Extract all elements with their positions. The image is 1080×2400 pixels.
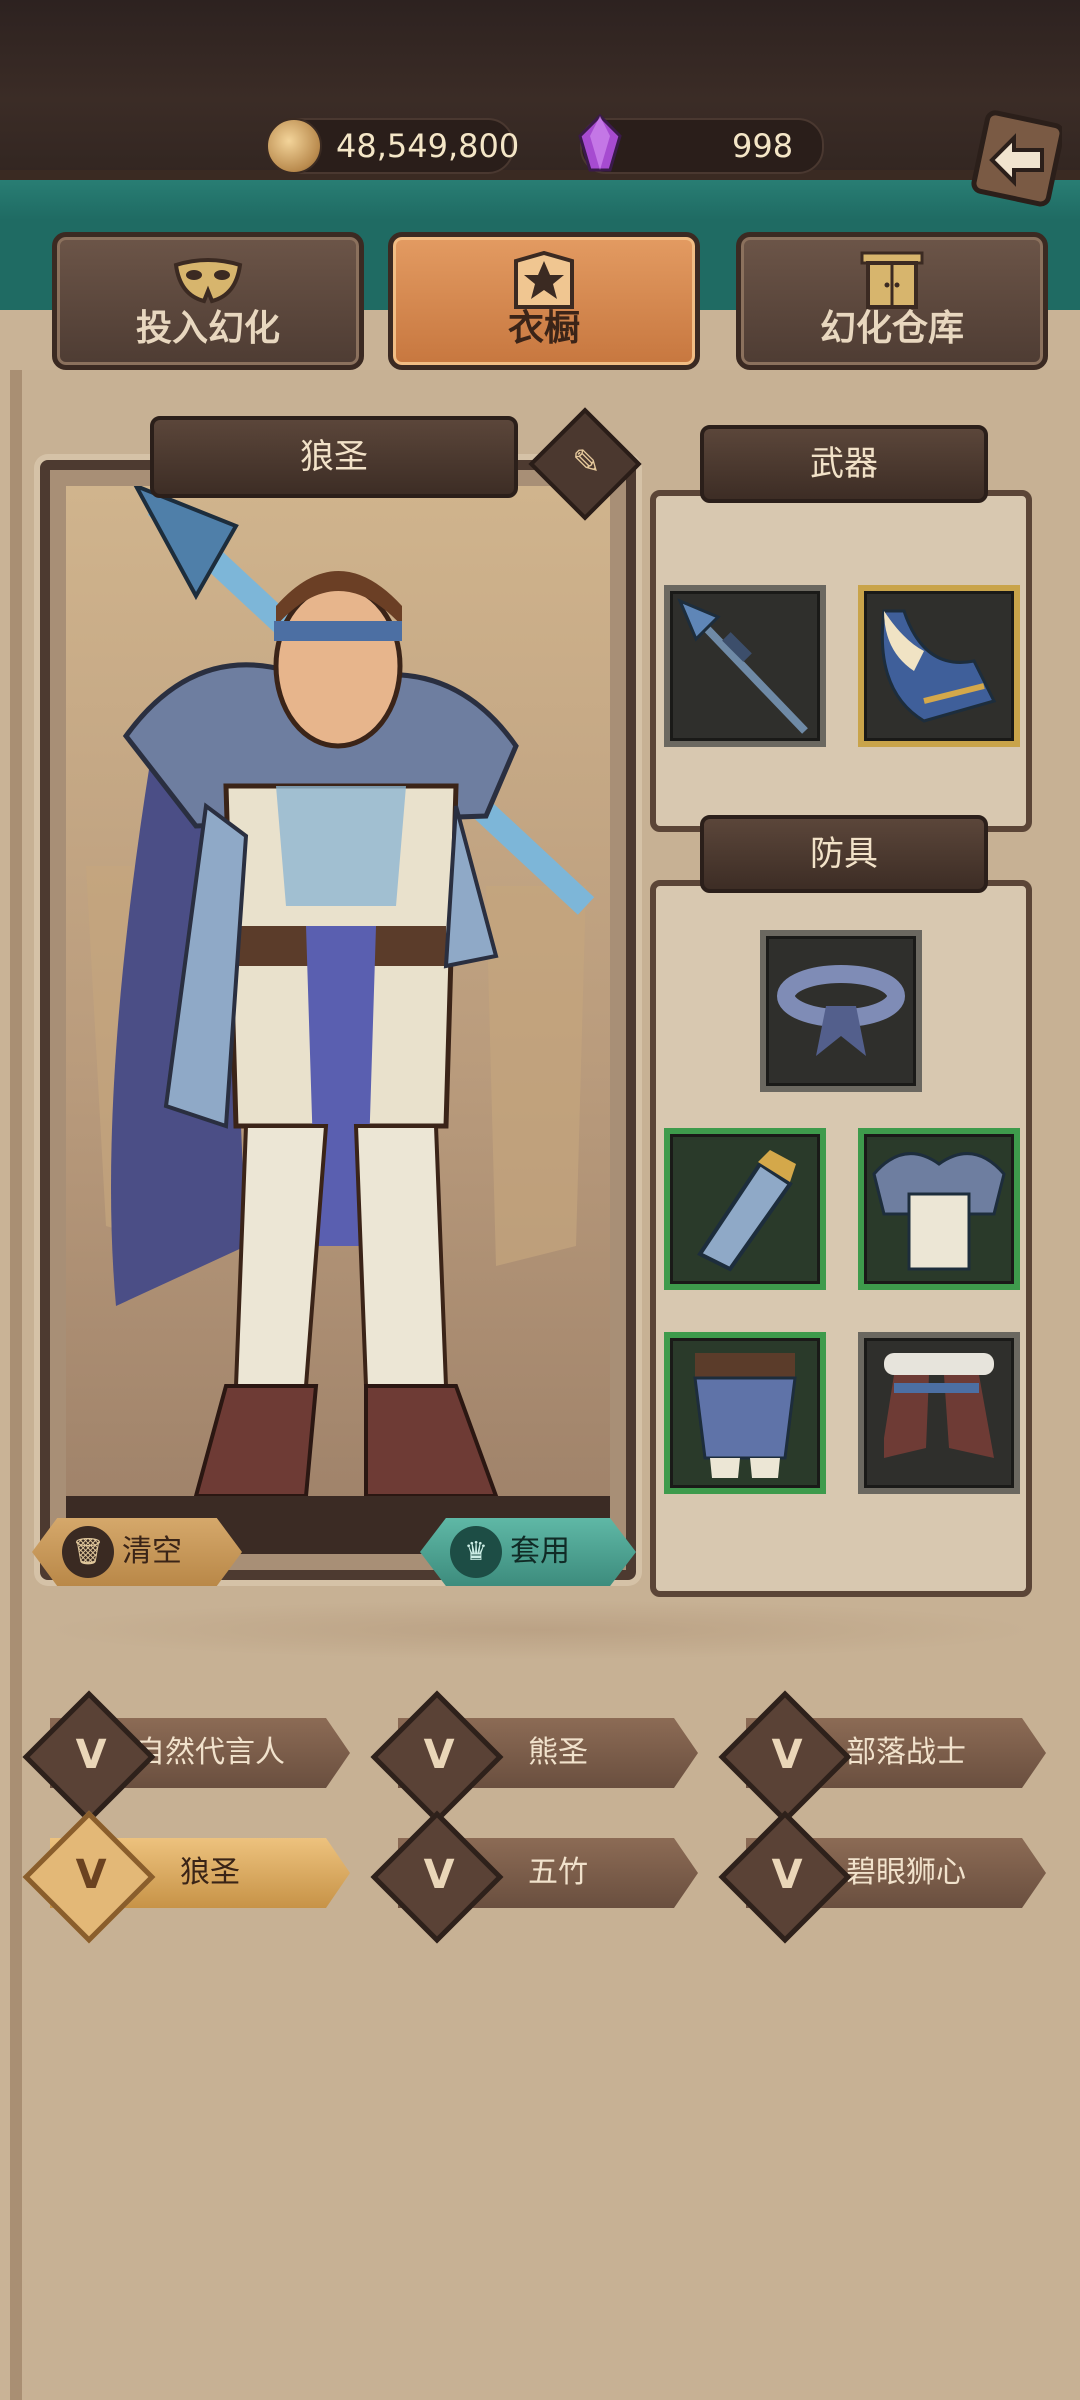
feather-glyph: ✎ (572, 442, 601, 483)
bracer-icon (697, 1150, 796, 1272)
wolf-saint-character-art (66, 486, 610, 1554)
apply-label: 套用 (510, 1534, 570, 1569)
section-divider (40, 1600, 1040, 1660)
wolf-pelt-chest-icon (872, 1152, 1006, 1271)
tab-label: 幻化仓库 (819, 308, 964, 349)
back-arrow-icon[interactable] (970, 108, 1062, 208)
belt-icon (777, 965, 905, 1056)
boots-icon (884, 1353, 994, 1458)
armor-slot-boots[interactable] (858, 1332, 1020, 1494)
spear-icon (677, 598, 808, 734)
tab-wardrobe[interactable]: 衣橱 (388, 232, 700, 370)
character-portrait (66, 486, 610, 1554)
weapon-slot-spear[interactable] (664, 585, 826, 747)
gold-counter: 48,549,800 (266, 118, 519, 174)
clear-button[interactable]: 🗑 清空 (32, 1518, 242, 1586)
armor-slot-bracer[interactable] (664, 1128, 826, 1290)
armor-slot-belt[interactable] (760, 930, 922, 1092)
armor-slot-legs[interactable] (664, 1332, 826, 1494)
gem-counter: 998 (578, 114, 824, 174)
clear-label: 清空 (122, 1534, 182, 1569)
leg-armor-icon (693, 1353, 797, 1478)
character-frame (40, 460, 636, 1580)
tab-label: 投入幻化 (135, 308, 280, 349)
gold-coin-icon (266, 118, 322, 174)
weapon-slot-horn[interactable] (858, 585, 1020, 747)
armor-section-title: 防具 (700, 815, 988, 893)
armor-slot-chest[interactable] (858, 1128, 1020, 1290)
weapon-section-title: 武器 (700, 425, 988, 503)
trash-icon: 🗑 (62, 1526, 114, 1578)
horn-shield-icon (880, 609, 997, 723)
tab-put-in-transmog[interactable]: 投入幻化 (52, 232, 364, 370)
crown-icon: ♛ (450, 1526, 502, 1578)
character-name-banner: 狼圣 (150, 416, 518, 498)
gem-amount: 998 (732, 127, 794, 165)
tab-transmog-storage[interactable]: 幻化仓库 (736, 232, 1048, 370)
apply-button[interactable]: ♛ 套用 (420, 1518, 636, 1586)
purple-gem-icon (578, 114, 622, 172)
gold-amount: 48,549,800 (336, 127, 520, 165)
tab-label: 衣橱 (507, 308, 580, 349)
